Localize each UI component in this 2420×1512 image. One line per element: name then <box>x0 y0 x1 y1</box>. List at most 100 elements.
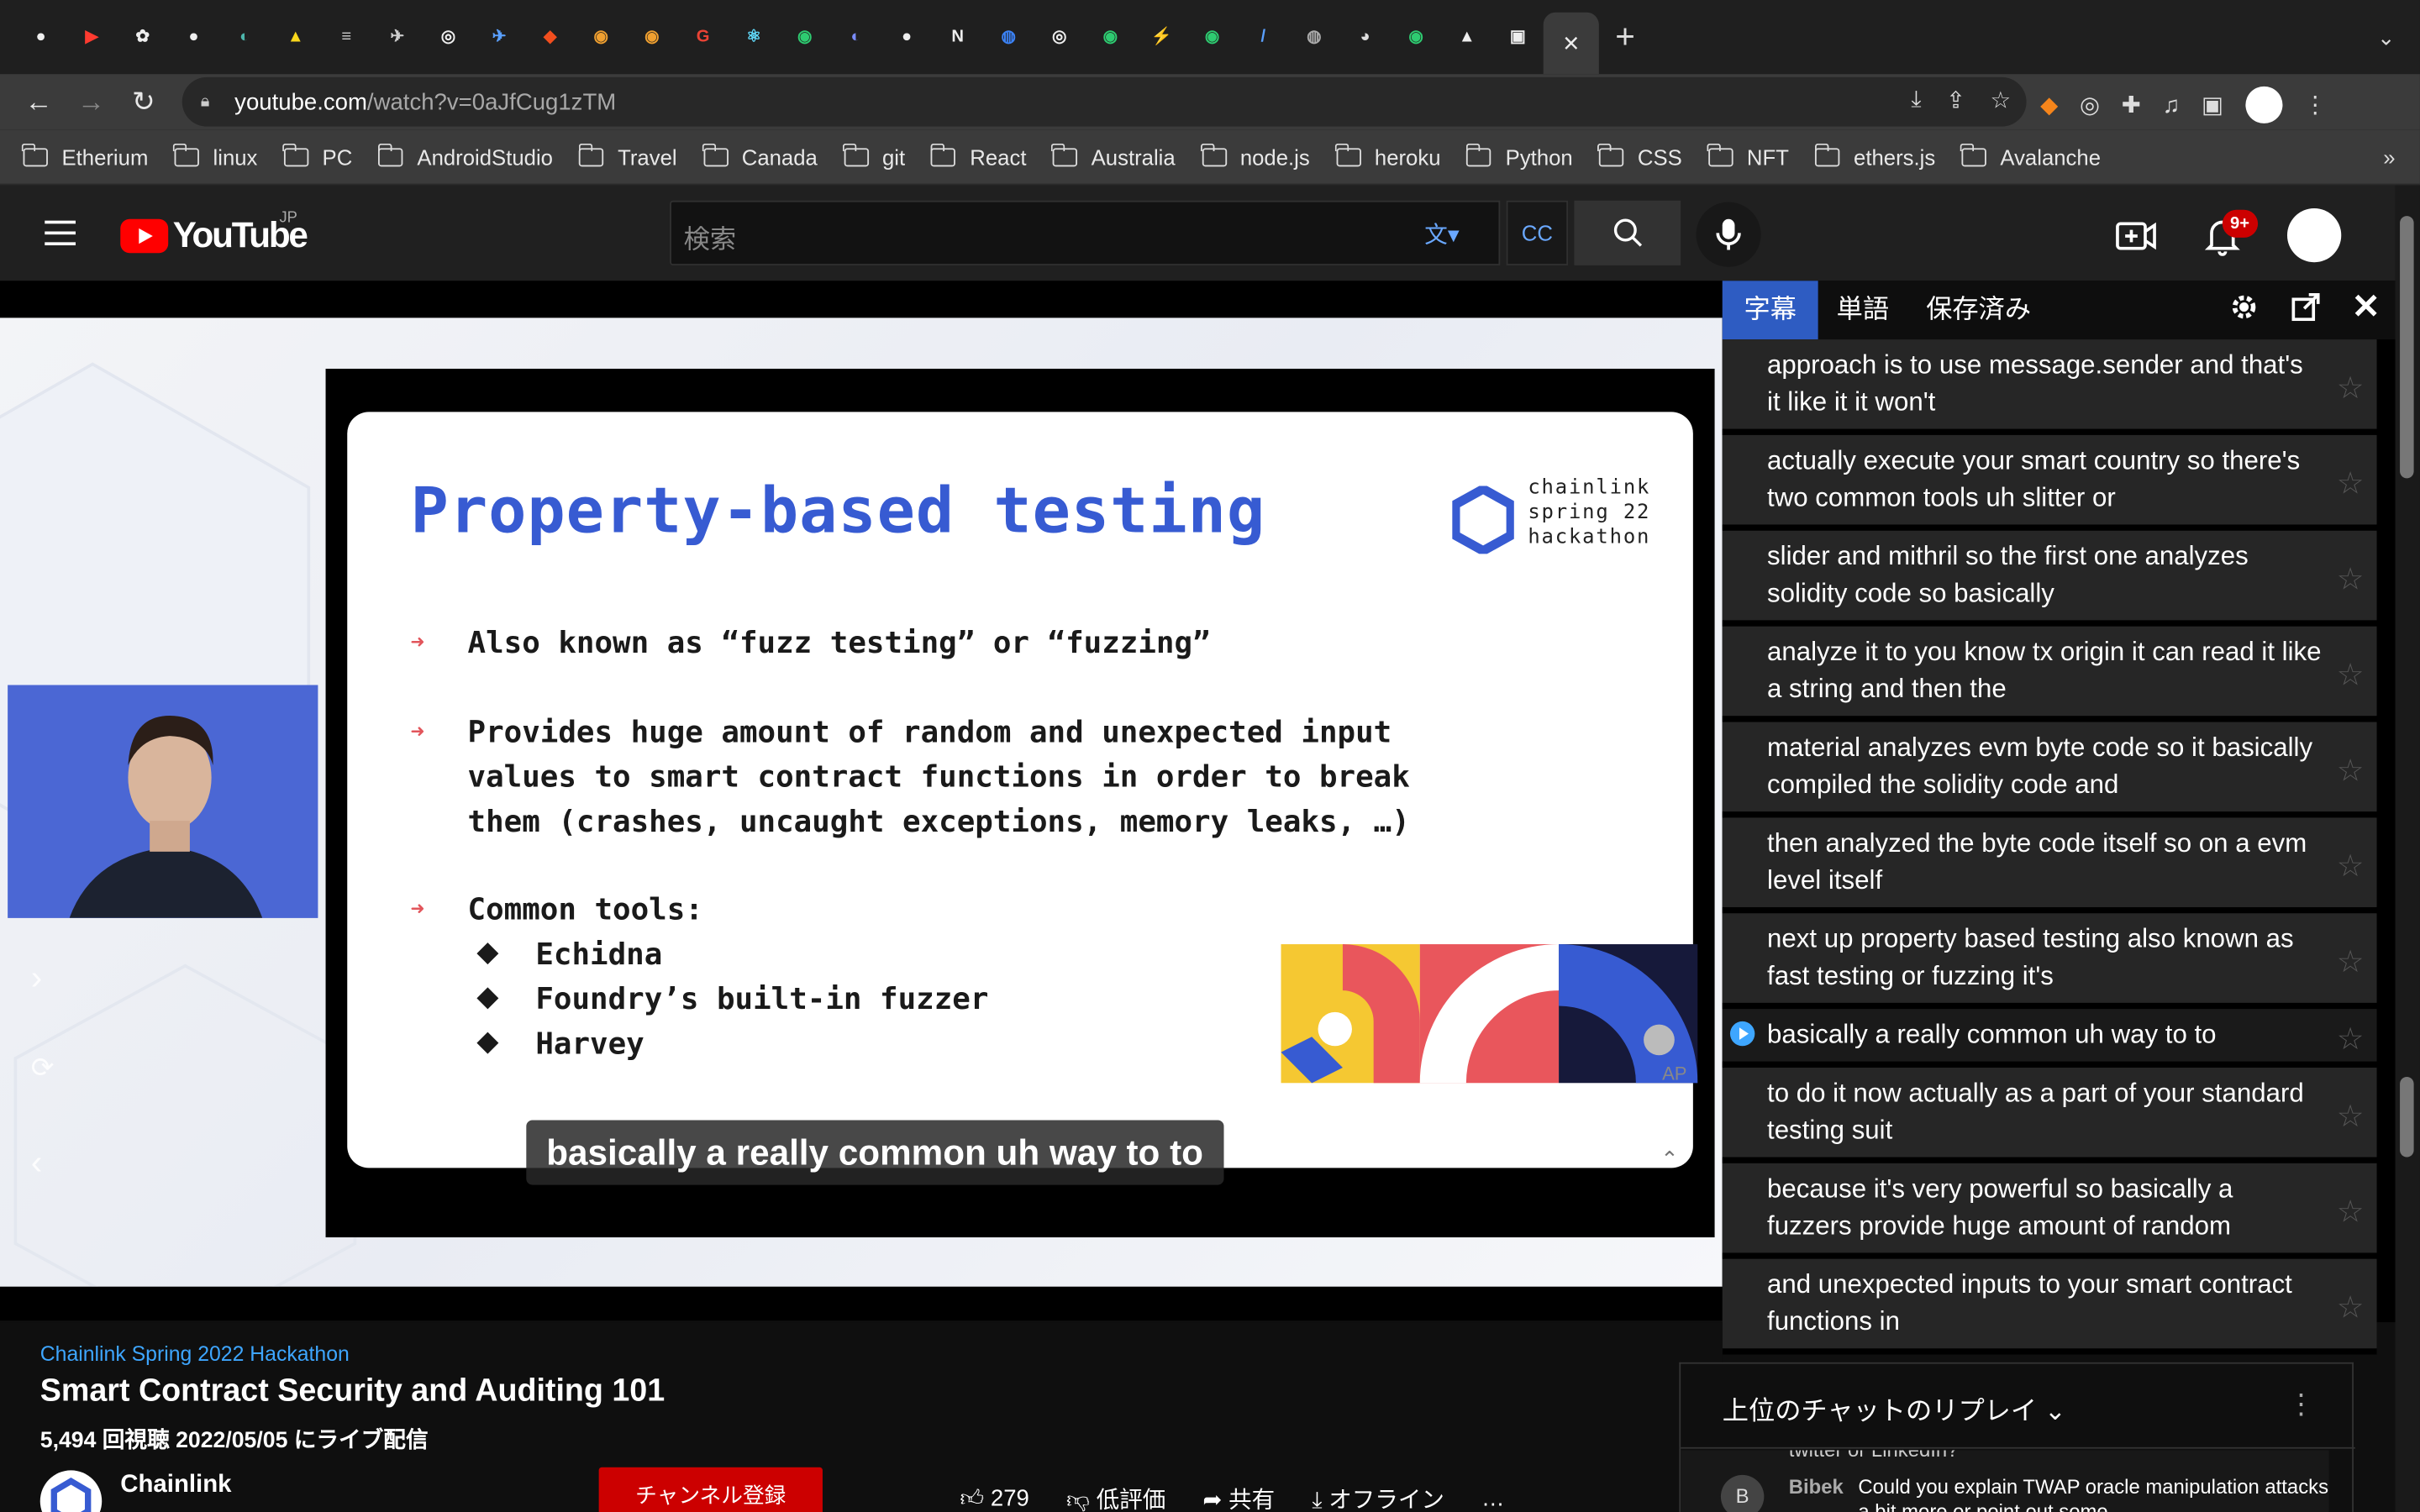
chat-mode-dropdown[interactable]: 上位のチャットのリプレイ ⌄ <box>1723 1389 2066 1427</box>
media-control-icon[interactable]: ♫ <box>2163 92 2181 118</box>
bookmark-folder[interactable]: git <box>842 142 905 169</box>
settings-gear-icon[interactable] <box>2228 291 2260 323</box>
bookmark-folder[interactable]: heroku <box>1334 142 1441 169</box>
save-star-icon[interactable]: ☆ <box>2337 465 2365 503</box>
tab-tab[interactable]: ◕ <box>1339 12 1391 63</box>
close-icon[interactable] <box>2352 291 2380 319</box>
lock-icon[interactable]: 🔒︎ <box>201 92 234 112</box>
subtitle-cue[interactable]: because it's very powerful so basically … <box>1722 1163 2377 1259</box>
tab-tab[interactable]: / <box>1238 12 1289 63</box>
tab-tab[interactable]: ◉ <box>780 12 831 63</box>
subtitle-cue[interactable]: material analyzes evm byte code so it ba… <box>1722 722 2377 818</box>
notion-tab[interactable]: N <box>932 12 983 63</box>
forward-button[interactable]: → <box>65 86 117 118</box>
tab-tab[interactable]: ⚡ <box>1136 12 1187 63</box>
save-star-icon[interactable]: ☆ <box>2337 1097 2365 1136</box>
reload-button[interactable]: ↻ <box>118 86 170 118</box>
metamask-extension-icon[interactable]: ◆ <box>2040 91 2058 118</box>
save-star-icon[interactable]: ☆ <box>2337 751 2365 790</box>
subtitle-cue[interactable]: actually execute your smart country so t… <box>1722 434 2377 531</box>
caption-search-icon[interactable]: CC <box>1506 200 1569 265</box>
voice-search-button[interactable] <box>1696 202 1761 267</box>
bookmark-folder[interactable]: Python <box>1465 142 1573 169</box>
video-player[interactable]: Property-based testing chainlink spring … <box>0 318 1723 1287</box>
bookmark-folder[interactable]: AndroidStudio <box>377 142 553 169</box>
more-actions-button[interactable]: … <box>1481 1486 1505 1512</box>
save-star-icon[interactable]: ☆ <box>2337 369 2365 407</box>
extension-ring-icon[interactable]: ◎ <box>2080 91 2100 118</box>
save-star-icon[interactable]: ☆ <box>2337 656 2365 695</box>
bookmarks-overflow-button[interactable]: » <box>2383 145 2395 170</box>
profile-avatar[interactable] <box>2244 86 2282 123</box>
popout-icon[interactable] <box>2291 291 2322 323</box>
chat-more-icon[interactable]: ⋮ <box>2287 1389 2315 1421</box>
channel-avatar[interactable] <box>39 1470 103 1512</box>
like-button[interactable]: 👍︎ 279 <box>960 1485 1028 1512</box>
back-button[interactable]: ← <box>13 86 65 118</box>
next-chevron-icon[interactable]: › <box>31 958 42 999</box>
subtitle-cue[interactable]: then analyzed the byte code itself so on… <box>1722 817 2377 914</box>
guide-menu-icon[interactable] <box>45 220 76 246</box>
subtitle-scrollbar-thumb[interactable] <box>2400 1077 2414 1158</box>
tab-tab[interactable]: ▲ <box>1441 12 1492 63</box>
prev-chevron-icon[interactable]: ‹ <box>31 1143 42 1184</box>
side-panel-icon[interactable]: ▣ <box>2202 91 2223 118</box>
install-app-icon[interactable]: ⤓ <box>1911 87 1921 114</box>
subtitle-cue[interactable]: next up property based testing also know… <box>1722 913 2377 1010</box>
github-tab[interactable]: ● <box>881 12 933 63</box>
page-scrollbar[interactable] <box>2395 185 2420 1512</box>
bookmark-folder[interactable]: ethers.js <box>1814 142 1935 169</box>
offline-button[interactable]: ⤓ オフライン <box>1312 1483 1444 1512</box>
active-tab[interactable]: × <box>1543 12 1599 75</box>
chrome-tab[interactable]: ◎ <box>423 12 474 63</box>
bookmark-folder[interactable]: Etherium <box>22 142 149 169</box>
close-tab-icon[interactable]: × <box>1563 27 1579 60</box>
tab-tab[interactable]: ◉ <box>576 12 627 63</box>
now-playing-icon[interactable] <box>1729 1021 1755 1047</box>
tab-saved[interactable]: 保存済み <box>1904 281 2052 339</box>
account-avatar[interactable] <box>2286 207 2342 263</box>
save-star-icon[interactable]: ☆ <box>2337 1289 2365 1327</box>
tab-tab[interactable]: ◍ <box>1289 12 1340 63</box>
google-tab[interactable]: G <box>677 12 729 63</box>
drive-tab[interactable]: ▲ <box>270 12 321 63</box>
tab-tab[interactable]: ◉ <box>627 12 678 63</box>
figma-tab[interactable]: ◆ <box>524 12 576 63</box>
tab-search-icon[interactable]: ⌄ <box>2377 24 2396 50</box>
bookmark-folder[interactable]: linux <box>173 142 257 169</box>
tab-tab[interactable]: ▣ <box>1492 12 1544 63</box>
expand-caption-icon[interactable]: ⌃ <box>1660 1147 1679 1173</box>
search-input[interactable]: 検索 文▾ <box>670 200 1501 265</box>
bookmark-folder[interactable]: node.js <box>1200 142 1310 169</box>
subtitle-cue[interactable]: and unexpected inputs to your smart cont… <box>1722 1258 2377 1355</box>
github-tab[interactable]: ● <box>168 12 219 63</box>
share-icon[interactable]: ⇪ <box>1946 87 1965 114</box>
chat-author[interactable]: Bibek <box>1789 1475 1844 1499</box>
channel-name[interactable]: Chainlink <box>120 1472 231 1499</box>
tab-words[interactable]: 単語 <box>1815 281 1911 339</box>
chat-author-avatar[interactable]: B <box>1720 1474 1765 1512</box>
tab-tab[interactable]: ✈ <box>474 12 525 63</box>
video-hashtag[interactable]: Chainlink Spring 2022 Hackathon <box>40 1342 350 1366</box>
translate-icon[interactable]: 文▾ <box>1424 218 1459 250</box>
address-bar[interactable]: 🔒︎ youtube.com/watch?v=0aJfCug1zTM ⤓ ⇪ ☆ <box>182 76 2027 127</box>
scrollbar-thumb[interactable] <box>2400 216 2414 479</box>
save-star-icon[interactable]: ☆ <box>2337 847 2365 885</box>
tab-tab[interactable]: ◐ <box>219 12 271 63</box>
tab-tab[interactable]: ✈ <box>372 12 424 63</box>
bookmark-folder[interactable]: Australia <box>1051 142 1176 169</box>
subtitle-cue[interactable]: basically a really common uh way to to ☆ <box>1722 1009 2377 1068</box>
tab-subtitles[interactable]: 字幕 <box>1722 281 1818 340</box>
subtitle-cue[interactable]: slider and mithril so the first one anal… <box>1722 530 2377 627</box>
subscribe-button[interactable]: チャンネル登録 <box>598 1467 823 1512</box>
chrome-menu-icon[interactable]: ⋮ <box>2304 91 2328 118</box>
subtitle-cue[interactable]: analyze it to you know tx origin it can … <box>1722 626 2377 722</box>
search-button[interactable] <box>1574 200 1681 265</box>
youtube-tab[interactable]: ▶ <box>66 12 118 63</box>
extensions-puzzle-icon[interactable]: ✚ <box>2122 91 2141 118</box>
bookmark-folder[interactable]: CSS <box>1597 142 1682 169</box>
save-star-icon[interactable]: ☆ <box>2337 1020 2365 1058</box>
save-star-icon[interactable]: ☆ <box>2337 942 2365 981</box>
new-tab-button[interactable]: + <box>1599 17 1651 57</box>
save-star-icon[interactable]: ☆ <box>2337 1193 2365 1231</box>
